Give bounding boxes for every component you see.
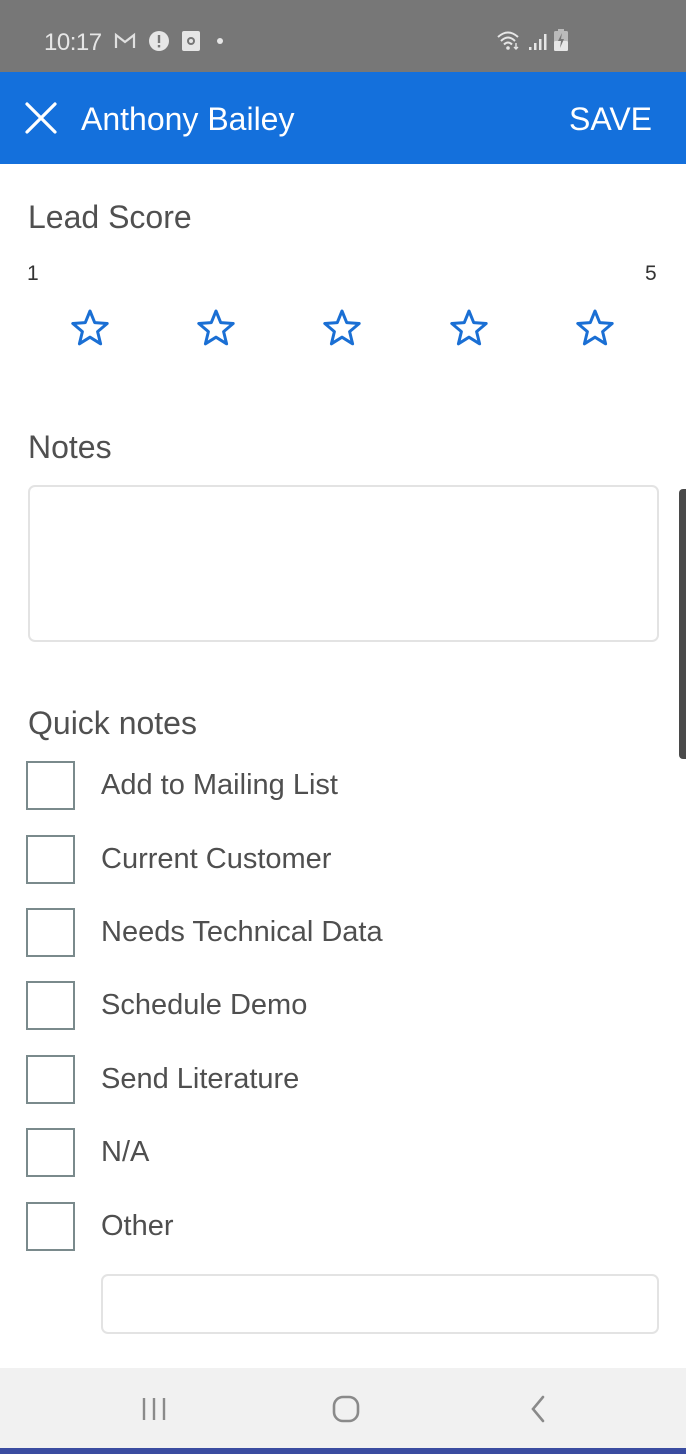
bottom-edge (0, 1448, 686, 1454)
checkbox-label: N/A (101, 1135, 150, 1168)
status-icons-right (496, 29, 568, 51)
save-button[interactable]: SAVE (569, 101, 652, 138)
checkbox[interactable] (26, 1127, 75, 1177)
lead-score-max-label: 5 (645, 262, 657, 285)
wifi-icon (497, 31, 519, 50)
quick-note-add-to-mailing-list[interactable]: Add to Mailing List (26, 760, 626, 810)
quick-note-na[interactable]: N/A (26, 1127, 626, 1177)
checkbox[interactable] (26, 1054, 75, 1104)
alert-icon (149, 31, 169, 51)
home-button[interactable] (321, 1388, 371, 1430)
lead-score-min-label: 1 (27, 262, 39, 285)
checkbox-label: Schedule Demo (101, 988, 308, 1021)
checkbox[interactable] (26, 907, 75, 957)
quick-note-needs-technical-data[interactable]: Needs Technical Data (26, 907, 626, 957)
recent-apps-button[interactable] (129, 1388, 179, 1430)
quick-note-send-literature[interactable]: Send Literature (26, 1054, 626, 1104)
screen-record-icon (182, 31, 200, 51)
signal-icon (529, 34, 547, 50)
close-button[interactable] (22, 99, 60, 137)
star-outline-icon (450, 309, 488, 346)
checkbox[interactable] (26, 1201, 75, 1251)
star-outline-icon (71, 309, 109, 346)
checkbox-label: Add to Mailing List (101, 768, 338, 801)
star-4-button[interactable] (449, 308, 489, 348)
back-icon (531, 1395, 545, 1423)
recent-apps-icon (142, 1398, 166, 1420)
star-outline-icon (576, 309, 614, 346)
star-1-button[interactable] (70, 308, 110, 348)
battery-charging-icon (554, 29, 568, 51)
back-button[interactable] (513, 1388, 563, 1430)
checkbox-label: Send Literature (101, 1062, 300, 1095)
star-outline-icon (197, 309, 235, 346)
gmail-icon (114, 32, 136, 48)
checkbox-label: Needs Technical Data (101, 915, 383, 948)
star-outline-icon (323, 309, 361, 346)
system-nav-bar (0, 1368, 686, 1448)
quick-note-schedule-demo[interactable]: Schedule Demo (26, 980, 626, 1030)
lead-score-label: Lead Score (28, 199, 192, 235)
other-input[interactable] (101, 1274, 659, 1334)
checkbox[interactable] (26, 760, 75, 810)
star-3-button[interactable] (322, 308, 362, 348)
status-icons-left (114, 30, 228, 52)
star-2-button[interactable] (196, 308, 236, 348)
dot-icon (217, 38, 223, 44)
close-icon (25, 102, 57, 134)
app-bar: Anthony Bailey SAVE (0, 72, 686, 164)
checkbox[interactable] (26, 834, 75, 884)
checkbox[interactable] (26, 980, 75, 1030)
scrollbar[interactable] (679, 489, 686, 759)
quick-note-other[interactable]: Other (26, 1201, 626, 1251)
home-icon (332, 1395, 360, 1423)
lead-score-rating (0, 308, 686, 354)
status-bar: 10:17 (0, 0, 686, 72)
checkbox-label: Current Customer (101, 842, 332, 875)
status-time: 10:17 (44, 29, 102, 56)
quick-note-current-customer[interactable]: Current Customer (26, 834, 626, 884)
star-5-button[interactable] (575, 308, 615, 348)
checkbox-label: Other (101, 1209, 174, 1242)
page-title: Anthony Bailey (81, 101, 295, 137)
notes-label: Notes (28, 429, 112, 465)
quick-notes-label: Quick notes (28, 705, 197, 741)
notes-input[interactable] (28, 485, 659, 642)
